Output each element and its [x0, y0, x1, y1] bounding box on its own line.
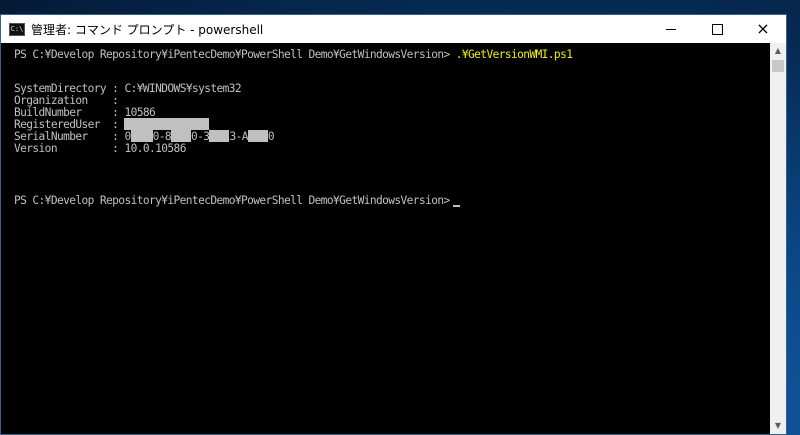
close-button[interactable]: × — [740, 15, 786, 43]
minimize-icon — [666, 28, 676, 30]
command-text: .¥GetVersionWMI.ps1 — [455, 48, 573, 61]
row-label: Version — [14, 142, 107, 155]
minimize-button[interactable] — [648, 15, 694, 43]
scroll-thumb[interactable] — [772, 60, 784, 72]
console-line-command: PS C:¥Develop Repository¥iPentecDemo¥Pow… — [14, 48, 573, 61]
close-icon: × — [756, 19, 770, 38]
scroll-down-icon[interactable]: ▼ — [770, 418, 786, 434]
powershell-window: C:\ 管理者: コマンド プロンプト - powershell × PS C:… — [0, 14, 787, 435]
redacted-value — [171, 130, 192, 142]
serial-part: 0 — [267, 130, 275, 143]
console-icon[interactable]: C:\ — [9, 22, 25, 36]
vertical-scrollbar[interactable]: ▲ ▼ — [770, 43, 786, 434]
console-line-prompt: PS C:¥Develop Repository¥iPentecDemo¥Pow… — [14, 194, 460, 207]
row-separator: : — [106, 142, 125, 155]
window-title: 管理者: コマンド プロンプト - powershell — [31, 22, 264, 37]
prompt-text: PS C:¥Develop Repository¥iPentecDemo¥Pow… — [14, 194, 450, 207]
text-cursor — [452, 205, 460, 207]
row-value: C:¥WINDOWS¥system32 — [124, 82, 242, 95]
redacted-value — [209, 130, 230, 142]
serial-part: 3-A — [229, 130, 248, 143]
redacted-value — [124, 118, 210, 130]
console-line-version: Version : 10.0.10586 — [14, 142, 186, 155]
row-value: 10.0.10586 — [124, 142, 186, 155]
serial-part: 0-3 — [191, 130, 210, 143]
redacted-value — [130, 130, 153, 142]
window-controls: × — [648, 15, 786, 43]
scroll-up-icon[interactable]: ▲ — [770, 43, 786, 59]
maximize-icon — [711, 23, 723, 35]
console-output[interactable]: PS C:¥Develop Repository¥iPentecDemo¥Pow… — [1, 43, 771, 434]
redacted-value — [247, 130, 268, 142]
prompt-text: PS C:¥Develop Repository¥iPentecDemo¥Pow… — [14, 48, 456, 61]
maximize-button[interactable] — [694, 15, 740, 43]
title-bar[interactable]: C:\ 管理者: コマンド プロンプト - powershell × — [1, 15, 786, 43]
